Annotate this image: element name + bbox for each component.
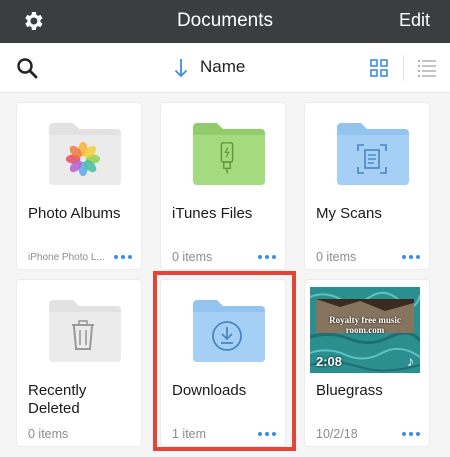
scan-document-icon: [357, 144, 387, 174]
file-name: iTunes Files: [172, 205, 253, 222]
file-item-itunes-files[interactable]: iTunes Files 0 items: [160, 102, 286, 270]
file-item-bluegrass[interactable]: Royalty free music room.com 2:08 ♪ Blueg…: [304, 279, 430, 447]
file-name: Photo Albums: [28, 205, 121, 222]
folder-thumbnail: [161, 103, 285, 199]
list-icon[interactable]: [417, 59, 437, 77]
usb-cable-icon: [220, 142, 234, 174]
selection-highlight: [153, 271, 296, 451]
file-item-my-scans[interactable]: My Scans 0 items: [304, 102, 430, 270]
navigation-bar: Documents Edit: [0, 0, 450, 43]
file-subtitle: 0 items: [172, 250, 213, 264]
file-name: Bluegrass: [316, 382, 383, 399]
trash-icon: [72, 320, 94, 350]
page-title: Documents: [176, 10, 274, 31]
folder-thumbnail: [305, 103, 429, 199]
file-item-photo-albums[interactable]: Photo Albums iPhone Photo L...: [16, 102, 142, 270]
sort-button[interactable]: Name: [200, 57, 245, 77]
more-options-icon[interactable]: [258, 255, 276, 261]
more-options-icon[interactable]: [402, 432, 420, 438]
search-icon[interactable]: [16, 57, 38, 79]
arrow-down-icon[interactable]: [174, 58, 188, 78]
edit-button[interactable]: Edit: [399, 10, 430, 31]
grid-icon[interactable]: [370, 59, 388, 77]
file-subtitle: 0 items: [28, 427, 69, 441]
music-note-icon: ♪: [407, 353, 414, 369]
photos-icon: [65, 141, 101, 177]
file-name: My Scans: [316, 205, 382, 222]
file-subtitle: 0 items: [316, 250, 357, 264]
file-item-recently-deleted[interactable]: Recently Deleted 0 items: [16, 279, 142, 447]
toolbar: Name: [0, 43, 450, 93]
more-options-icon[interactable]: [402, 255, 420, 261]
video-thumbnail: Royalty free music room.com 2:08 ♪: [310, 287, 420, 373]
file-subtitle: 10/2/18: [316, 427, 358, 441]
toolbar-divider: [403, 55, 404, 81]
video-duration: 2:08: [316, 354, 343, 369]
thumbnail-caption: Royalty free music room.com: [329, 315, 401, 335]
more-options-icon[interactable]: [114, 255, 132, 261]
folder-thumbnail: [17, 280, 141, 376]
file-subtitle: iPhone Photo L...: [28, 252, 105, 263]
file-name: Recently Deleted: [28, 382, 87, 417]
folder-thumbnail: [17, 103, 141, 199]
